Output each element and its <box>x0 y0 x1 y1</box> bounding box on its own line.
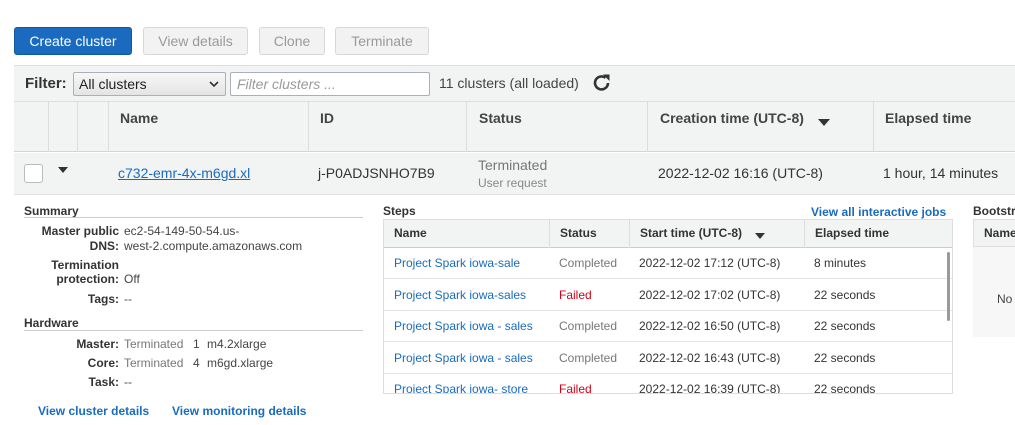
task-value: -- <box>124 375 132 389</box>
tags-key: Tags: <box>87 292 119 306</box>
step-row[interactable]: Project Spark iowa-sale Completed 2022-12-… <box>384 248 952 279</box>
creation-header-label: Creation time (UTC-8) <box>660 110 804 126</box>
column-header-name[interactable]: Name <box>108 102 308 152</box>
step-row[interactable]: Project Spark iowa- store Failed 2022-12-0… <box>384 374 952 394</box>
master-state: Terminated <box>124 337 184 351</box>
chevron-down-icon <box>209 73 219 102</box>
task-key: Task: <box>88 375 119 389</box>
divider <box>24 217 363 218</box>
step-start-time: 2022-12-02 16:50 (UTC-8) <box>639 319 781 333</box>
start-time-header-label: Start time (UTC-8) <box>640 226 743 240</box>
steps-table: Name Status Start time (UTC-8) Elapsed t… <box>383 219 953 394</box>
header-spacer <box>77 102 108 152</box>
step-start-time: 2022-12-02 16:43 (UTC-8) <box>639 350 781 365</box>
step-elapsed-time: 22 seconds <box>814 287 876 302</box>
tags-value: -- <box>124 292 132 306</box>
divider <box>24 330 363 331</box>
view-cluster-details-link[interactable]: View cluster details <box>38 404 149 418</box>
steps-scrollbar[interactable] <box>947 252 950 321</box>
step-name-link[interactable]: Project Spark iowa - sales <box>394 311 533 342</box>
steps-header-start-time[interactable]: Start time (UTC-8) <box>629 220 804 248</box>
master-dns-key-2: DNS: <box>89 239 119 253</box>
hardware-title: Hardware <box>24 316 79 330</box>
cluster-creation-time: 2022-12-02 16:16 (UTC-8) <box>658 165 823 181</box>
steps-table-header: Name Status Start time (UTC-8) Elapsed t… <box>384 220 952 248</box>
step-name-link[interactable]: Project Spark iowa - sales <box>394 343 533 374</box>
cluster-count: 11 clusters (all loaded) <box>439 75 579 91</box>
column-header-elapsed-time[interactable]: Elapsed time <box>873 102 1015 152</box>
step-name-link[interactable]: Project Spark iowa-sale <box>394 248 520 279</box>
step-start-time: 2022-12-02 17:12 (UTC-8) <box>639 256 781 270</box>
step-elapsed-time: 22 seconds <box>814 350 876 365</box>
master-instance-type: m4.2xlarge <box>207 337 267 351</box>
cluster-id: j-P0ADJSNHO7B9 <box>318 165 435 181</box>
step-elapsed-time: 22 seconds <box>814 382 876 394</box>
filter-select-value: All clusters <box>79 76 147 92</box>
bootstrap-header-name[interactable]: Name <box>984 226 1015 240</box>
step-status: Failed <box>559 287 592 302</box>
summary-title: Summary <box>24 204 79 218</box>
step-row[interactable]: Project Spark iowa - sales Completed 2022-… <box>384 343 952 374</box>
column-header-creation-time[interactable]: Creation time (UTC-8) <box>647 102 873 152</box>
cluster-name-link[interactable]: c732-emr-4x-m6gd.xl <box>118 165 250 181</box>
refresh-icon[interactable] <box>591 71 613 95</box>
steps-header-elapsed-time[interactable]: Elapsed time <box>804 220 952 248</box>
filter-bar: Filter: All clusters Filter clusters ...… <box>14 65 1015 102</box>
header-spacer <box>48 102 77 152</box>
step-status: Completed <box>559 319 618 333</box>
core-key: Core: <box>87 356 119 370</box>
view-monitoring-details-link[interactable]: View monitoring details <box>172 404 306 418</box>
steps-title: Steps <box>383 204 416 218</box>
master-count: 1 <box>193 337 200 351</box>
terminate-button[interactable]: Terminate <box>335 27 429 55</box>
step-row[interactable]: Project Spark iowa - sales Completed 2022-… <box>384 311 952 342</box>
master-key: Master: <box>76 337 119 351</box>
step-elapsed-time: 22 seconds <box>814 319 876 333</box>
expand-caret-icon[interactable] <box>58 167 68 173</box>
step-start-time: 2022-12-02 17:02 (UTC-8) <box>639 287 781 302</box>
cluster-status: Terminated <box>478 157 548 173</box>
cluster-status-reason: User request <box>478 176 547 190</box>
clone-button[interactable]: Clone <box>259 27 325 55</box>
step-name-link[interactable]: Project Spark iowa- store <box>394 374 528 393</box>
bootstrap-title: Bootstra <box>973 204 1015 218</box>
row-checkbox[interactable] <box>24 164 43 183</box>
view-interactive-jobs-link[interactable]: View all interactive jobs <box>811 205 946 219</box>
steps-header-status[interactable]: Status <box>549 220 629 248</box>
bootstrap-empty-text: No <box>997 292 1013 306</box>
termination-protection-key-2: protection: <box>56 272 119 286</box>
filter-clusters-input[interactable]: Filter clusters ... <box>230 72 430 96</box>
cluster-table-header: Name ID Status Creation time (UTC-8) Ela… <box>14 102 1015 152</box>
cluster-filter-select[interactable]: All clusters <box>73 72 226 96</box>
master-dns-key: Master public <box>41 224 119 238</box>
steps-header-name[interactable]: Name <box>384 220 549 248</box>
sort-desc-icon <box>817 119 830 126</box>
create-cluster-button[interactable]: Create cluster <box>14 27 132 55</box>
step-status: Completed <box>559 256 618 270</box>
bootstrap-table-body: No <box>973 247 1015 337</box>
core-state: Terminated <box>124 356 184 370</box>
step-elapsed-time: 8 minutes <box>814 256 867 270</box>
termination-protection-key: Termination <box>51 258 119 272</box>
cluster-row[interactable]: c732-emr-4x-m6gd.xl j-P0ADJSNHO7B9 Termi… <box>14 153 1015 195</box>
step-name-link[interactable]: Project Spark iowa-sales <box>394 280 526 311</box>
step-row[interactable]: Project Spark iowa-sales Failed 2022-12-02… <box>384 280 952 311</box>
view-details-button[interactable]: View details <box>143 27 248 55</box>
column-header-id[interactable]: ID <box>308 102 466 152</box>
bootstrap-table-header: Name <box>973 219 1015 247</box>
core-count: 4 <box>193 356 200 370</box>
core-instance-type: m6gd.xlarge <box>207 356 274 370</box>
termination-protection-value: Off <box>124 272 140 286</box>
cluster-elapsed-time: 1 hour, 14 minutes <box>883 165 999 181</box>
step-status: Completed <box>559 350 618 365</box>
sort-desc-icon <box>755 233 766 239</box>
master-dns-value-2: west-2.compute.amazonaws.com <box>124 239 303 253</box>
step-status: Failed <box>559 382 592 394</box>
master-dns-value: ec2-54-149-50-54.us- <box>124 224 240 238</box>
column-header-status[interactable]: Status <box>466 102 647 152</box>
filter-label: Filter: <box>25 75 67 92</box>
step-start-time: 2022-12-02 16:39 (UTC-8) <box>639 382 781 394</box>
